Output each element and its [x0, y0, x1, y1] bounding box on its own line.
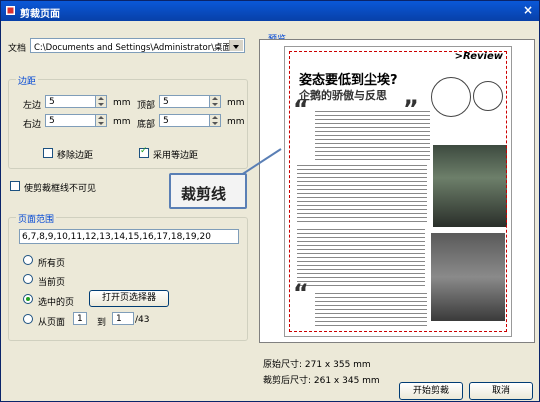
- to-page-value: 1: [116, 314, 122, 324]
- selected-pages-label[interactable]: 选中的页: [38, 295, 74, 308]
- from-page-radio[interactable]: [23, 314, 33, 324]
- app-icon: [6, 6, 15, 15]
- left-margin-unit: mm: [113, 98, 131, 108]
- all-pages-label[interactable]: 所有页: [38, 256, 65, 269]
- crop-line: [289, 51, 507, 332]
- page-range-input[interactable]: 6,7,8,9,10,11,12,13,14,15,16,17,18,19,20: [19, 229, 239, 244]
- right-margin-label: 右边: [23, 120, 42, 130]
- document-label: 文档: [8, 44, 27, 54]
- cropped-size: 裁剪后尺寸: 261 x 345 mm: [263, 376, 380, 386]
- right-margin-value: 5: [49, 116, 55, 126]
- open-page-selector-button[interactable]: 打开页选择器: [89, 290, 169, 307]
- from-page-value: 1: [77, 314, 83, 324]
- top-margin-spinner[interactable]: 5: [159, 95, 221, 108]
- left-margin-label: 左边: [23, 101, 42, 111]
- from-page-label[interactable]: 从页面: [38, 315, 65, 328]
- top-margin-unit: mm: [227, 98, 245, 108]
- left-margin-value: 5: [49, 97, 55, 107]
- remove-margins-checkbox[interactable]: [43, 148, 53, 158]
- start-crop-button[interactable]: 开始剪裁: [399, 382, 463, 400]
- right-margin-unit: mm: [113, 117, 131, 127]
- right-margin-spinner[interactable]: 5: [45, 114, 107, 127]
- top-margin-value: 5: [163, 97, 169, 107]
- preview-pane: >Review 姿态要低到尘埃? 企鹅的骄傲与反思 “ ” “: [259, 39, 535, 343]
- bottom-margin-value: 5: [163, 116, 169, 126]
- document-select[interactable]: C:\Documents and Settings\Administrator\…: [30, 38, 245, 53]
- crop-line-callout-label: 裁剪线: [181, 185, 227, 203]
- current-page-radio[interactable]: [23, 274, 33, 284]
- spinner-arrows-icon[interactable]: [209, 115, 220, 126]
- window-title: 剪裁页面: [20, 9, 60, 20]
- original-size: 原始尺寸: 271 x 355 mm: [263, 360, 371, 370]
- bottom-margin-label: 底部: [137, 120, 156, 130]
- spinner-arrows-icon[interactable]: [209, 96, 220, 107]
- cancel-button[interactable]: 取消: [469, 382, 533, 400]
- remove-margins-label[interactable]: 移除边距: [57, 148, 93, 161]
- total-pages: /43: [135, 315, 150, 325]
- page-range-text: 6,7,8,9,10,11,12,13,14,15,16,17,18,19,20: [22, 232, 211, 242]
- to-label: 到: [97, 318, 107, 328]
- bottom-margin-spinner[interactable]: 5: [159, 114, 221, 127]
- page-range-legend: 页面范围: [16, 212, 57, 225]
- crop-line-callout: 裁剪线: [169, 173, 247, 209]
- crop-page-dialog: 剪裁页面 × 文档 C:\Documents and Settings\Admi…: [0, 0, 540, 402]
- title-bar: 剪裁页面 ×: [1, 1, 539, 21]
- margins-legend: 边距: [16, 74, 39, 87]
- equal-margins-label[interactable]: 采用等边距: [153, 148, 198, 161]
- document-path: C:\Documents and Settings\Administrator\…: [34, 43, 230, 53]
- chevron-down-icon[interactable]: [229, 40, 243, 51]
- all-pages-radio[interactable]: [23, 255, 33, 265]
- spinner-arrows-icon[interactable]: [95, 96, 106, 107]
- invisible-crop-box-label[interactable]: 使剪裁框线不可见: [24, 181, 96, 194]
- close-icon[interactable]: ×: [520, 3, 536, 18]
- to-page-input[interactable]: 1: [112, 312, 134, 325]
- equal-margins-checkbox[interactable]: [139, 146, 149, 158]
- current-page-label[interactable]: 当前页: [38, 275, 65, 288]
- spinner-arrows-icon[interactable]: [95, 115, 106, 126]
- preview-page: >Review 姿态要低到尘埃? 企鹅的骄傲与反思 “ ” “: [284, 46, 512, 337]
- left-margin-spinner[interactable]: 5: [45, 95, 107, 108]
- selected-pages-radio[interactable]: [23, 294, 33, 304]
- top-margin-label: 顶部: [137, 101, 156, 111]
- bottom-margin-unit: mm: [227, 117, 245, 127]
- from-page-input[interactable]: 1: [73, 312, 87, 325]
- invisible-crop-box-checkbox[interactable]: [10, 181, 20, 191]
